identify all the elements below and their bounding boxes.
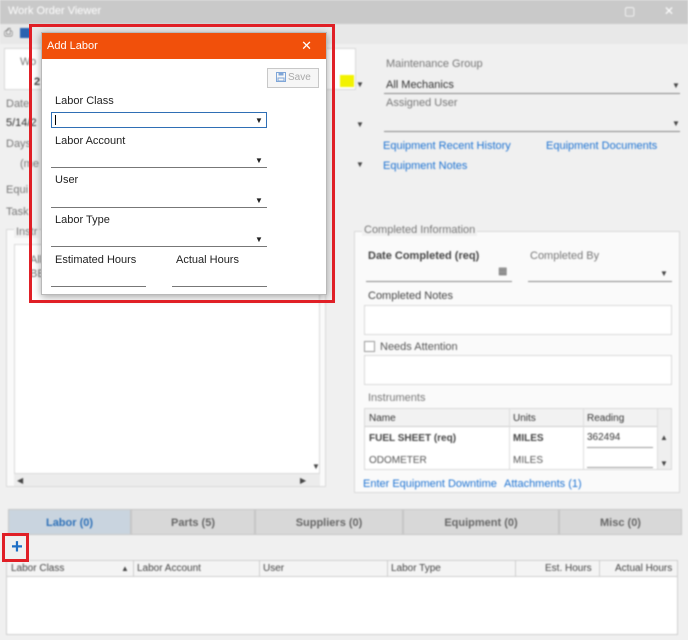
needs-attention-label: Needs Attention (380, 341, 458, 353)
assigned-user-select[interactable]: ▼ (384, 112, 680, 132)
column-separator (133, 561, 134, 576)
tab-labor[interactable]: Labor (0) (8, 509, 131, 535)
scroll-down-icon[interactable]: ▼ (312, 462, 320, 471)
completed-notes-label: Completed Notes (368, 290, 453, 302)
instrument-reading-input[interactable]: 362494 (587, 432, 620, 443)
chevron-down-icon: ▼ (660, 269, 668, 278)
enter-equipment-downtime-link[interactable]: Enter Equipment Downtime (363, 478, 497, 490)
instrument-units: MILES (513, 455, 544, 466)
chevron-down-icon: ▼ (672, 81, 680, 90)
scroll-left-icon[interactable]: ◀ (17, 476, 23, 485)
reading-underline (587, 447, 653, 448)
column-header-user[interactable]: User (263, 563, 284, 574)
completed-by-label: Completed By (530, 250, 600, 262)
maintenance-group-label: Maintenance Group (386, 58, 483, 70)
date-completed-label: Date Completed (req) (368, 250, 480, 262)
completed-by-select[interactable]: ▼ (528, 262, 672, 282)
equipment-recent-history-link[interactable]: Equipment Recent History (383, 140, 511, 152)
add-button-highlight (2, 533, 29, 562)
print-icon[interactable]: ⎙ (4, 27, 13, 40)
instrument-units: MILES (513, 433, 544, 444)
column-separator (599, 561, 600, 576)
window-title: Work Order Viewer (8, 5, 102, 17)
needs-attention-checkbox[interactable] (364, 341, 375, 352)
labor-grid-header: Labor Class ▲ Labor Account User Labor T… (6, 560, 678, 577)
column-separator (509, 409, 510, 469)
horizontal-scrollbar[interactable] (14, 474, 320, 486)
column-separator (583, 409, 584, 469)
reading-underline (587, 467, 653, 468)
column-header[interactable]: Reading (587, 413, 624, 424)
needs-attention-notes[interactable] (364, 355, 672, 385)
maximize-icon[interactable]: ▢ (624, 4, 635, 18)
equipment-notes-link[interactable]: Equipment Notes (383, 160, 467, 172)
instruments-table: Name Units Reading ▲ ▼ FUEL SHEET (req) … (364, 408, 672, 470)
instruments-label: Instruments (368, 392, 426, 404)
column-separator (515, 561, 516, 576)
tab-parts[interactable]: Parts (5) (131, 509, 255, 535)
column-header[interactable]: Units (513, 413, 536, 424)
instrument-name: ODOMETER (369, 455, 427, 466)
attachments-link[interactable]: Attachments (1) (504, 478, 582, 490)
days-label: Days (6, 138, 32, 150)
maintenance-group-select[interactable]: All Mechanics ▼ (384, 74, 680, 94)
column-separator (259, 561, 260, 576)
column-header-labor-class[interactable]: Labor Class (11, 563, 64, 574)
window-title-bar: Work Order Viewer (0, 0, 688, 24)
assigned-user-label: Assigned User (386, 97, 458, 109)
scroll-right-icon[interactable]: ▶ (300, 476, 306, 485)
column-header-labor-type[interactable]: Labor Type (391, 563, 441, 574)
chevron-down-icon[interactable]: ▼ (356, 80, 364, 89)
instrument-name: FUEL SHEET (req) (369, 433, 457, 444)
column-header-labor-account[interactable]: Labor Account (137, 563, 201, 574)
column-header[interactable]: Name (369, 413, 396, 424)
chevron-down-icon: ▼ (672, 119, 680, 128)
scroll-up-icon[interactable]: ▲ (660, 433, 668, 442)
date-completed-input[interactable]: ▦ (366, 262, 512, 282)
calendar-icon[interactable]: ▦ (498, 266, 507, 277)
completed-notes-input[interactable] (364, 305, 672, 335)
tab-misc[interactable]: Misc (0) (559, 509, 682, 535)
completed-information-label: Completed Information (362, 224, 478, 236)
labor-grid-body (6, 577, 678, 635)
sort-ascending-icon[interactable]: ▲ (121, 564, 129, 573)
priority-indicator (340, 75, 354, 87)
column-header-actual-hours[interactable]: Actual Hours (615, 563, 672, 574)
dialog-highlight (29, 24, 335, 303)
chevron-down-icon[interactable]: ▼ (356, 120, 364, 129)
column-separator (387, 561, 388, 576)
column-header-est-hours[interactable]: Est. Hours (545, 563, 592, 574)
scroll-down-icon[interactable]: ▼ (660, 459, 668, 468)
maintenance-group-value: All Mechanics (386, 79, 454, 91)
tab-equipment[interactable]: Equipment (0) (403, 509, 559, 535)
tab-suppliers[interactable]: Suppliers (0) (255, 509, 403, 535)
task-label: Task (6, 206, 29, 218)
close-window-icon[interactable]: ✕ (664, 4, 674, 18)
date-label: Date (6, 98, 30, 110)
equipment-label: Equi (6, 184, 29, 196)
equipment-documents-link[interactable]: Equipment Documents (546, 140, 657, 152)
chevron-down-icon[interactable]: ▼ (356, 160, 364, 169)
